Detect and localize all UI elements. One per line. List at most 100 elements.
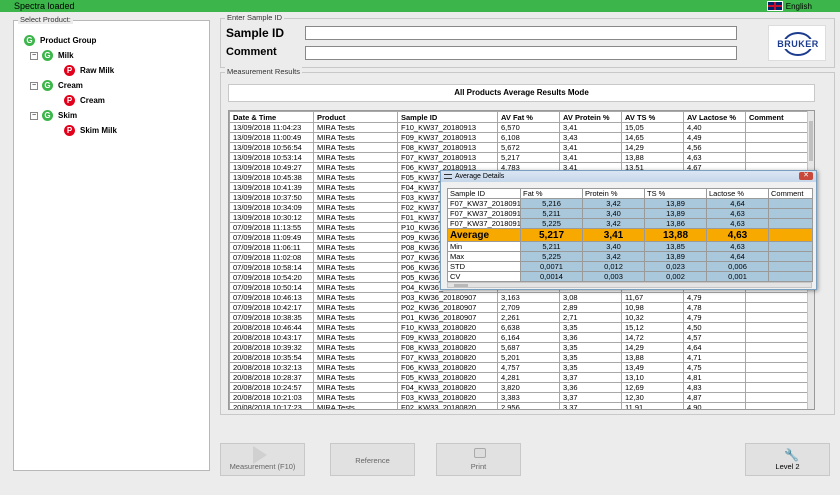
table-cell: 07/09/2018 11:06:11 xyxy=(229,242,314,253)
table-cell: MIRA Tests xyxy=(313,362,398,373)
table-row[interactable]: 07/09/2018 10:46:13 MIRA Tests P03_KW36_20… xyxy=(229,292,810,303)
table-cell: 15,05 xyxy=(621,122,684,133)
stats-row: F07_KW37_20180913 5,211 3,40 13,89 4,63 xyxy=(447,208,813,219)
table-cell: 3,42 xyxy=(582,198,645,209)
table-cell: 3,820 xyxy=(497,382,560,393)
table-cell: F03_KW33_20180820 xyxy=(397,392,498,403)
column-header[interactable]: AV Fat % xyxy=(497,111,560,123)
table-cell: MIRA Tests xyxy=(313,172,398,183)
table-cell: MIRA Tests xyxy=(313,252,398,263)
table-row[interactable]: 07/09/2018 10:42:17 MIRA Tests P02_KW36_20… xyxy=(229,302,810,313)
table-cell: 07/09/2018 11:02:08 xyxy=(229,252,314,263)
table-row[interactable]: 20/08/2018 10:46:44 MIRA Tests F10_KW33_20… xyxy=(229,322,810,333)
collapse-icon[interactable]: − xyxy=(30,81,38,90)
table-cell: F07_KW33_20180820 xyxy=(397,352,498,363)
table-row[interactable]: 20/08/2018 10:35:54 MIRA Tests F07_KW33_20… xyxy=(229,352,810,363)
table-cell: 13/09/2018 10:30:12 xyxy=(229,212,314,223)
table-cell: 3,43 xyxy=(559,132,622,143)
sample-id-label: Sample ID xyxy=(226,26,285,40)
tree-root[interactable]: G Product Group xyxy=(24,33,117,48)
table-cell: 4,79 xyxy=(683,312,746,323)
table-cell: 13/09/2018 10:34:09 xyxy=(229,202,314,213)
stats-row: CV 0,0014 0,003 0,002 0,001 xyxy=(447,271,813,282)
collapse-icon[interactable]: − xyxy=(30,51,38,60)
column-header[interactable]: Fat % xyxy=(520,188,583,199)
measurement-label: Measurement (F10) xyxy=(229,462,296,471)
table-cell: F07_KW37_20180913 xyxy=(397,152,498,163)
tree-root-label: Product Group xyxy=(40,36,97,45)
table-cell xyxy=(768,218,813,229)
tree-group-milk[interactable]: − G Milk xyxy=(30,48,117,63)
level-button[interactable]: 🔧 Level 2 xyxy=(745,443,830,476)
column-header[interactable]: Lactose % xyxy=(706,188,769,199)
select-product-panel: Select Product: G Product Group − G Milk… xyxy=(13,15,210,471)
column-header[interactable]: Date & Time xyxy=(229,111,314,123)
table-cell: 2,956 xyxy=(497,402,560,409)
table-cell xyxy=(745,392,810,403)
column-header[interactable]: AV Lactose % xyxy=(683,111,746,123)
table-cell: 13,89 xyxy=(644,208,707,219)
tree-group-skim[interactable]: − G Skim xyxy=(30,108,117,123)
table-cell xyxy=(745,342,810,353)
table-cell: 5,672 xyxy=(497,142,560,153)
reference-button[interactable]: Reference xyxy=(330,443,415,476)
tree-group-cream[interactable]: − G Cream xyxy=(30,78,117,93)
column-header[interactable]: Protein % xyxy=(582,188,645,199)
table-cell xyxy=(745,312,810,323)
table-row[interactable]: 20/08/2018 10:28:37 MIRA Tests F05_KW33_20… xyxy=(229,372,810,383)
column-header[interactable]: TS % xyxy=(644,188,707,199)
column-header[interactable]: AV TS % xyxy=(621,111,684,123)
comment-field[interactable] xyxy=(305,46,737,60)
table-cell: 3,37 xyxy=(559,392,622,403)
tree-product-cream[interactable]: P Cream xyxy=(64,93,117,108)
table-cell: 13/09/2018 10:56:54 xyxy=(229,142,314,153)
measurement-button[interactable]: Measurement (F10) xyxy=(220,443,305,476)
table-cell: 13,89 xyxy=(644,251,707,262)
close-button[interactable]: ✕ xyxy=(799,172,813,180)
table-cell: F10_KW37_20180913 xyxy=(397,122,498,133)
column-header[interactable]: Sample ID xyxy=(397,111,498,123)
table-cell: 4,83 xyxy=(683,382,746,393)
average-details-dialog[interactable]: Average Details ✕ Sample ID Fat % Protein … xyxy=(440,170,817,290)
dialog-titlebar[interactable]: Average Details ✕ xyxy=(441,171,816,182)
dialog-hscrollbar[interactable] xyxy=(447,282,812,288)
table-row[interactable]: 07/09/2018 10:38:35 MIRA Tests P01_KW36_20… xyxy=(229,312,810,323)
table-cell: 0,0071 xyxy=(520,261,583,272)
table-row[interactable]: 20/08/2018 10:32:13 MIRA Tests F06_KW33_20… xyxy=(229,362,810,373)
table-row[interactable]: 20/08/2018 10:24:57 MIRA Tests F04_KW33_20… xyxy=(229,382,810,393)
table-row[interactable]: 20/08/2018 10:43:17 MIRA Tests F09_KW33_20… xyxy=(229,332,810,343)
table-cell: 5,225 xyxy=(520,251,583,262)
column-header[interactable]: Comment xyxy=(745,111,810,123)
table-row[interactable]: 13/09/2018 10:56:54 MIRA Tests F08_KW37_20… xyxy=(229,142,810,153)
table-cell: 4,64 xyxy=(683,342,746,353)
table-cell: 0,012 xyxy=(582,261,645,272)
bruker-logo: BRUKER xyxy=(768,25,826,61)
table-cell: 0,002 xyxy=(644,271,707,282)
table-cell: MIRA Tests xyxy=(313,142,398,153)
tree-product-skim-milk[interactable]: P Skim Milk xyxy=(64,123,117,138)
table-cell: 13,86 xyxy=(644,218,707,229)
column-header[interactable]: Comment xyxy=(768,188,813,199)
table-cell: 5,201 xyxy=(497,352,560,363)
tree-product-raw-milk[interactable]: P Raw Milk xyxy=(64,63,117,78)
table-cell: 11,67 xyxy=(621,292,684,303)
table-row[interactable]: 20/08/2018 10:17:23 MIRA Tests F02_KW33_20… xyxy=(229,402,810,409)
print-button[interactable]: Print xyxy=(436,443,521,476)
table-row[interactable]: 13/09/2018 11:04:23 MIRA Tests F10_KW37_20… xyxy=(229,122,810,133)
column-header[interactable]: AV Protein % xyxy=(559,111,622,123)
column-header[interactable]: Product xyxy=(313,111,398,123)
table-cell xyxy=(745,142,810,153)
table-row[interactable]: 13/09/2018 11:00:49 MIRA Tests F09_KW37_20… xyxy=(229,132,810,143)
table-row[interactable]: 13/09/2018 10:53:14 MIRA Tests F07_KW37_20… xyxy=(229,152,810,163)
table-row[interactable]: 20/08/2018 10:21:03 MIRA Tests F03_KW33_20… xyxy=(229,392,810,403)
table-cell: 0,0014 xyxy=(520,271,583,282)
column-header[interactable]: Sample ID xyxy=(447,188,521,199)
sample-id-field[interactable] xyxy=(305,26,737,40)
table-cell: 4,757 xyxy=(497,362,560,373)
table-cell: 12,69 xyxy=(621,382,684,393)
table-row[interactable]: 20/08/2018 10:39:32 MIRA Tests F08_KW33_20… xyxy=(229,342,810,353)
language-selector[interactable]: English xyxy=(766,1,812,11)
table-cell: 12,30 xyxy=(621,392,684,403)
collapse-icon[interactable]: − xyxy=(30,111,38,120)
table-cell: 3,36 xyxy=(559,382,622,393)
